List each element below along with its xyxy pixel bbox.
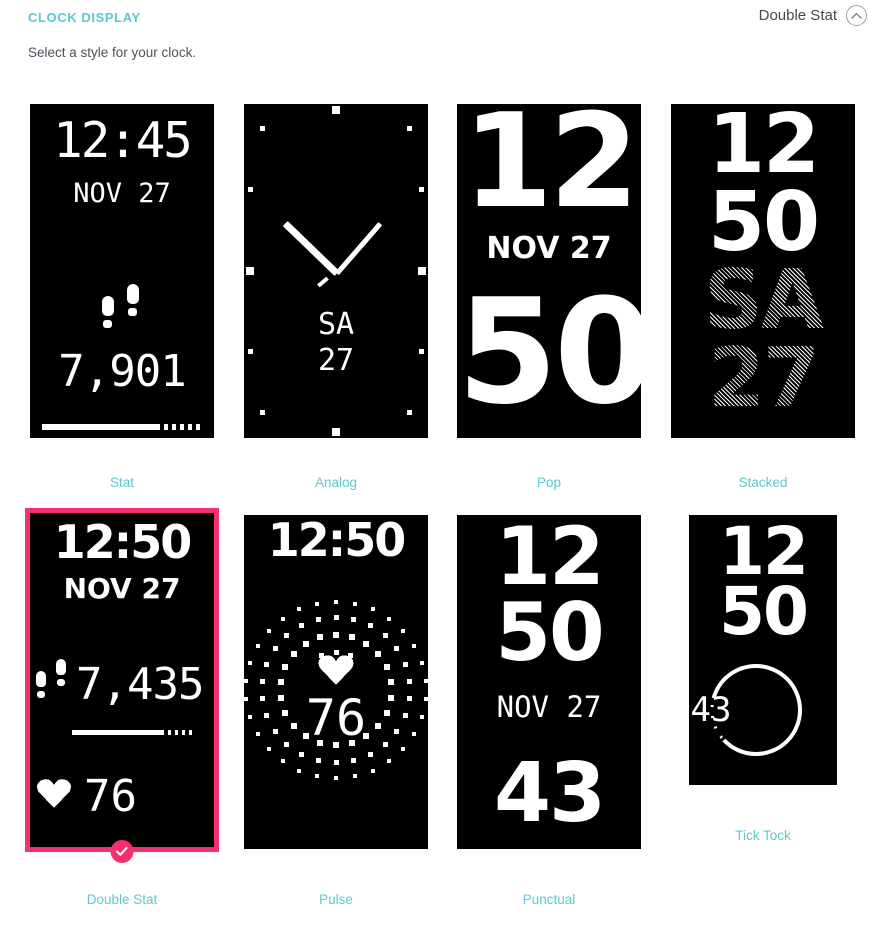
face-value: 43 xyxy=(690,690,732,730)
clock-face-option-pulse[interactable]: 12:50 76 Pulse xyxy=(229,515,443,919)
clock-face-option-stacked[interactable]: 12 50 SA 27 Stacked xyxy=(656,104,870,508)
face-date: NOV 27 xyxy=(73,178,171,209)
clock-face-label: Analog xyxy=(314,475,358,490)
face-day: SA xyxy=(671,260,855,342)
clock-face-label: Punctual xyxy=(522,892,576,907)
face-date: NOV 27 xyxy=(63,572,181,605)
face-minute: 50 xyxy=(719,573,809,650)
face-time: 12:50 xyxy=(53,515,192,569)
clock-face-label: Pop xyxy=(536,475,562,490)
clock-face-option-tick-tock[interactable]: 12 50 43 Tick Tock xyxy=(656,515,870,919)
face-hour: 12 xyxy=(707,104,820,192)
check-badge-icon xyxy=(110,840,134,863)
analog-clock-icon: SA 27 xyxy=(244,104,428,438)
section-header: CLOCK DISPLAY Double Stat xyxy=(0,0,889,36)
instruction-text: Select a style for your clock. xyxy=(28,45,197,60)
clock-face-preview[interactable]: 12:50 NOV 27 7,435 76 xyxy=(25,508,219,863)
clock-face-label: Stat xyxy=(109,475,134,490)
clock-face-option-punctual[interactable]: 12 50 NOV 27 43 Punctual xyxy=(442,515,656,919)
clock-face-preview[interactable]: 12 50 SA 27 xyxy=(671,104,855,438)
clock-face-row: 12:50 NOV 27 7,435 76 Double Stat 12:50 … xyxy=(0,508,889,929)
clock-face-option-stat[interactable]: 12:45 NOV 27 7,901 Stat xyxy=(15,104,229,508)
clock-face-preview[interactable]: 12:50 76 xyxy=(244,515,428,849)
clock-face-option-double-stat[interactable]: 12:50 NOV 27 7,435 76 Double Stat xyxy=(15,508,229,912)
page-title: CLOCK DISPLAY xyxy=(28,10,141,25)
face-heart-rate: 76 xyxy=(84,771,137,822)
clock-face-preview[interactable]: SA 27 xyxy=(244,104,428,438)
clock-face-preview[interactable]: 12 50 43 xyxy=(689,515,837,785)
clock-face-label: Tick Tock xyxy=(735,828,791,843)
header-selection[interactable]: Double Stat xyxy=(759,5,867,26)
clock-face-label: Double Stat xyxy=(86,892,158,907)
clock-face-row: 12:45 NOV 27 7,901 Stat SA 27 Analog 12 … xyxy=(0,104,889,508)
clock-display-page: CLOCK DISPLAY Double Stat Select a style… xyxy=(0,0,889,929)
face-time: 12:45 xyxy=(53,112,193,169)
face-hour: 12 xyxy=(495,515,604,603)
face-day: SA xyxy=(317,307,355,342)
clock-face-preview[interactable]: 12 50 NOV 27 43 xyxy=(457,515,641,849)
heart-icon xyxy=(317,653,355,691)
face-heart-rate: 76 xyxy=(305,689,367,747)
face-minute: 50 xyxy=(457,268,641,437)
progress-bar xyxy=(72,729,192,735)
selected-clock-label: Double Stat xyxy=(758,7,837,24)
chevron-up-circle-icon[interactable] xyxy=(846,5,867,26)
face-date: NOV 27 xyxy=(486,231,612,266)
progress-bar xyxy=(42,424,200,430)
face-steps: 7,435 xyxy=(76,659,204,710)
clock-face-grid: 12:45 NOV 27 7,901 Stat SA 27 Analog 12 … xyxy=(0,104,889,929)
face-value: 43 xyxy=(493,746,606,841)
clock-face-option-analog[interactable]: SA 27 Analog xyxy=(229,104,443,508)
face-steps: 7,901 xyxy=(58,346,186,397)
heart-icon xyxy=(36,777,72,814)
clock-face-preview[interactable]: 12 NOV 27 50 xyxy=(457,104,641,438)
clock-face-preview[interactable]: 12:45 NOV 27 7,901 xyxy=(30,104,214,438)
face-date-num: 27 xyxy=(317,343,355,378)
face-minute: 50 xyxy=(495,586,604,679)
clock-face-label: Stacked xyxy=(738,475,788,490)
clock-face-option-pop[interactable]: 12 NOV 27 50 Pop xyxy=(442,104,656,508)
face-date: NOV 27 xyxy=(496,690,602,724)
clock-face-label: Pulse xyxy=(319,892,353,907)
face-date-num: 27 xyxy=(671,338,855,420)
face-minute: 50 xyxy=(707,175,820,270)
face-hour: 12 xyxy=(462,104,640,237)
